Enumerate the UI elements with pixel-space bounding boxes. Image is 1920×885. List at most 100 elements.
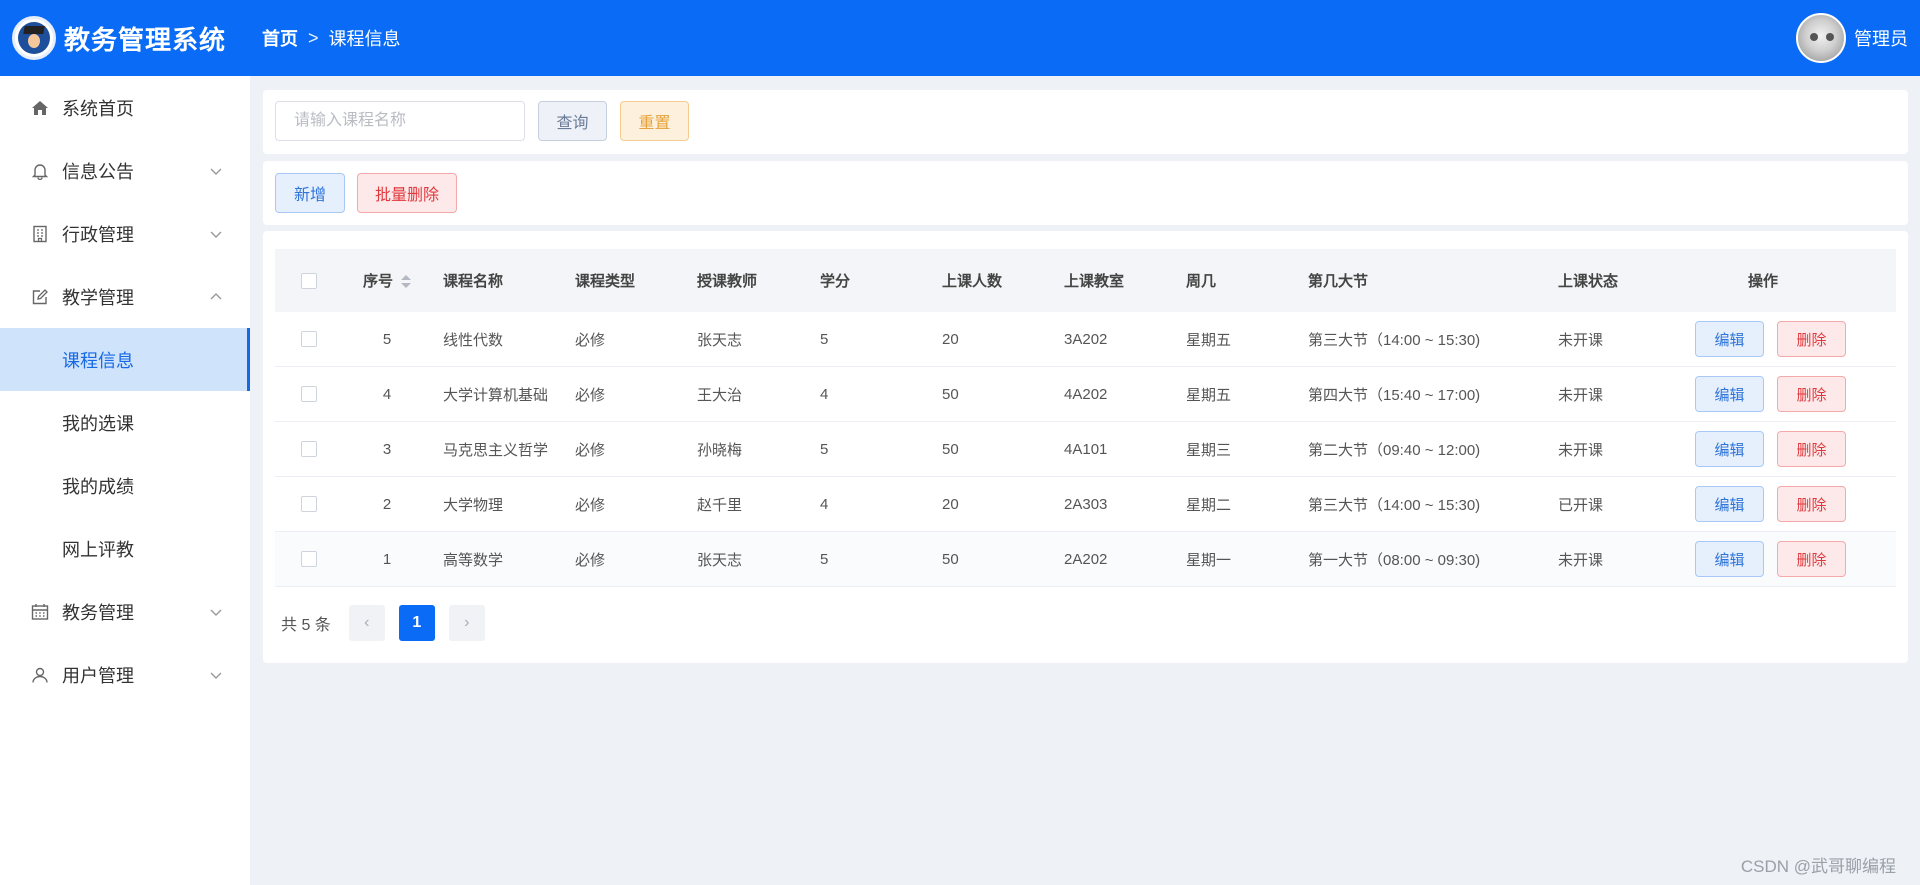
cell-teacher: 张天志: [697, 331, 743, 349]
cell-week: 星期二: [1186, 496, 1232, 514]
cell-type: 必修: [575, 331, 606, 349]
column-header-credit: 学分: [820, 273, 851, 290]
sidebar-item-label: 系统首页: [62, 98, 134, 119]
course-name-search-input[interactable]: [275, 101, 525, 141]
next-page-button[interactable]: ›: [448, 605, 485, 641]
sidebar-item-users[interactable]: 用户管理: [0, 643, 250, 706]
cell-type: 必修: [575, 496, 606, 514]
cell-week: 星期五: [1186, 331, 1232, 349]
sidebar-item-home[interactable]: 系统首页: [0, 76, 250, 139]
select-all-checkbox[interactable]: [301, 272, 317, 289]
search-panel: 查询 重置: [263, 90, 1908, 154]
cell-section: 第四大节（15:40 ~ 17:00): [1308, 386, 1481, 404]
table-row: 3 马克思主义哲学 必修 孙晓梅 5 50 4A101 星期三 第二大节（09:…: [275, 422, 1896, 477]
cell-type: 必修: [575, 441, 606, 459]
cell-status: 未开课: [1558, 331, 1604, 349]
avatar[interactable]: [1796, 13, 1846, 63]
cell-seq: 4: [382, 385, 392, 403]
edit-button[interactable]: 编辑: [1695, 431, 1764, 467]
action-panel: 新增 批量删除: [263, 161, 1908, 225]
sidebar-item-admin[interactable]: 行政管理: [0, 202, 250, 265]
cell-credit: 5: [820, 550, 829, 568]
sidebar-subitem-my-selection[interactable]: 我的选课: [0, 391, 250, 454]
column-header-section: 第几大节: [1308, 273, 1369, 290]
edit-button[interactable]: 编辑: [1695, 376, 1764, 412]
chevron-down-icon: [210, 672, 222, 679]
delete-button[interactable]: 删除: [1777, 321, 1846, 357]
cell-week: 星期三: [1186, 441, 1232, 459]
query-button[interactable]: 查询: [538, 101, 607, 141]
cell-status: 已开课: [1558, 496, 1604, 514]
user-icon: [30, 665, 50, 685]
app-logo: [12, 16, 56, 60]
cell-people: 50: [942, 440, 959, 458]
cell-people: 50: [942, 385, 959, 403]
cell-status: 未开课: [1558, 441, 1604, 459]
cell-credit: 4: [820, 385, 829, 403]
cell-teacher: 王大治: [697, 386, 743, 404]
cell-room: 4A202: [1064, 385, 1108, 403]
cell-credit: 4: [820, 495, 829, 513]
row-checkbox[interactable]: [301, 331, 317, 347]
add-button[interactable]: 新增: [275, 173, 345, 213]
edit-button[interactable]: 编辑: [1695, 321, 1764, 357]
cell-credit: 5: [820, 330, 829, 348]
user-menu[interactable]: 管理员: [1796, 0, 1908, 76]
chevron-down-icon: [210, 231, 222, 238]
sidebar-item-notice[interactable]: 信息公告: [0, 139, 250, 202]
cell-name: 线性代数: [443, 331, 504, 349]
brand: 教务管理系统: [0, 0, 250, 76]
course-table-panel: 序号 课程名称 课程类型 授课教师 学分 上课人数 上课教室 周几 第几大节 上…: [263, 231, 1908, 663]
breadcrumb-home[interactable]: 首页: [262, 25, 298, 51]
row-checkbox[interactable]: [301, 551, 317, 567]
sidebar-subitem-course-info[interactable]: 课程信息: [0, 328, 250, 391]
cell-status: 未开课: [1558, 386, 1604, 404]
cell-seq: 1: [382, 550, 392, 568]
cell-people: 20: [942, 330, 959, 348]
sidebar-item-label: 教学管理: [62, 287, 134, 308]
cell-section: 第二大节（09:40 ~ 12:00): [1308, 441, 1481, 459]
delete-button[interactable]: 删除: [1777, 541, 1846, 577]
delete-button[interactable]: 删除: [1777, 431, 1846, 467]
sidebar-subitem-evaluation[interactable]: 网上评教: [0, 517, 250, 580]
column-header-week: 周几: [1186, 273, 1217, 290]
cell-section: 第三大节（14:00 ~ 15:30): [1308, 496, 1481, 514]
user-name[interactable]: 管理员: [1854, 25, 1908, 51]
row-checkbox[interactable]: [301, 441, 317, 457]
cell-credit: 5: [820, 440, 829, 458]
column-header-people: 上课人数: [942, 273, 1003, 290]
row-checkbox[interactable]: [301, 386, 317, 402]
page-button-current[interactable]: 1: [398, 605, 435, 641]
sidebar-item-teaching[interactable]: 教学管理: [0, 265, 250, 328]
chevron-up-icon: [210, 293, 222, 300]
edit-button[interactable]: 编辑: [1695, 541, 1764, 577]
column-header-name: 课程名称: [443, 273, 504, 290]
sidebar-item-academic[interactable]: 教务管理: [0, 580, 250, 643]
cell-name: 大学计算机基础: [443, 386, 549, 404]
cell-people: 20: [942, 495, 959, 513]
edit-icon: [30, 287, 50, 307]
cell-week: 星期一: [1186, 551, 1232, 569]
sidebar-subitem-my-grades[interactable]: 我的成绩: [0, 454, 250, 517]
edit-button[interactable]: 编辑: [1695, 486, 1764, 522]
table-header-row: 序号 课程名称 课程类型 授课教师 学分 上课人数 上课教室 周几 第几大节 上…: [275, 249, 1896, 312]
delete-button[interactable]: 删除: [1777, 376, 1846, 412]
batch-delete-button[interactable]: 批量删除: [357, 173, 457, 213]
cell-teacher: 孙晓梅: [697, 441, 743, 459]
column-header-seq[interactable]: 序号: [357, 270, 417, 291]
sort-icon[interactable]: [401, 275, 411, 289]
cell-room: 2A202: [1064, 550, 1108, 568]
delete-button[interactable]: 删除: [1777, 486, 1846, 522]
row-checkbox[interactable]: [301, 496, 317, 512]
cell-week: 星期五: [1186, 386, 1232, 404]
reset-button[interactable]: 重置: [620, 101, 689, 141]
prev-page-button[interactable]: ‹: [348, 605, 385, 641]
cell-seq: 2: [382, 495, 392, 513]
watermark: CSDN @武哥聊编程: [1740, 857, 1896, 876]
sidebar-item-label: 用户管理: [62, 665, 134, 686]
top-header: 教务管理系统 首页 > 课程信息 管理员: [0, 0, 1920, 76]
cell-section: 第三大节（14:00 ~ 15:30): [1308, 331, 1481, 349]
table-row: 1 高等数学 必修 张天志 5 50 2A202 星期一 第一大节（08:00 …: [275, 532, 1896, 587]
sidebar-item-label: 行政管理: [62, 224, 134, 245]
pagination-total: 共 5 条: [281, 617, 331, 634]
